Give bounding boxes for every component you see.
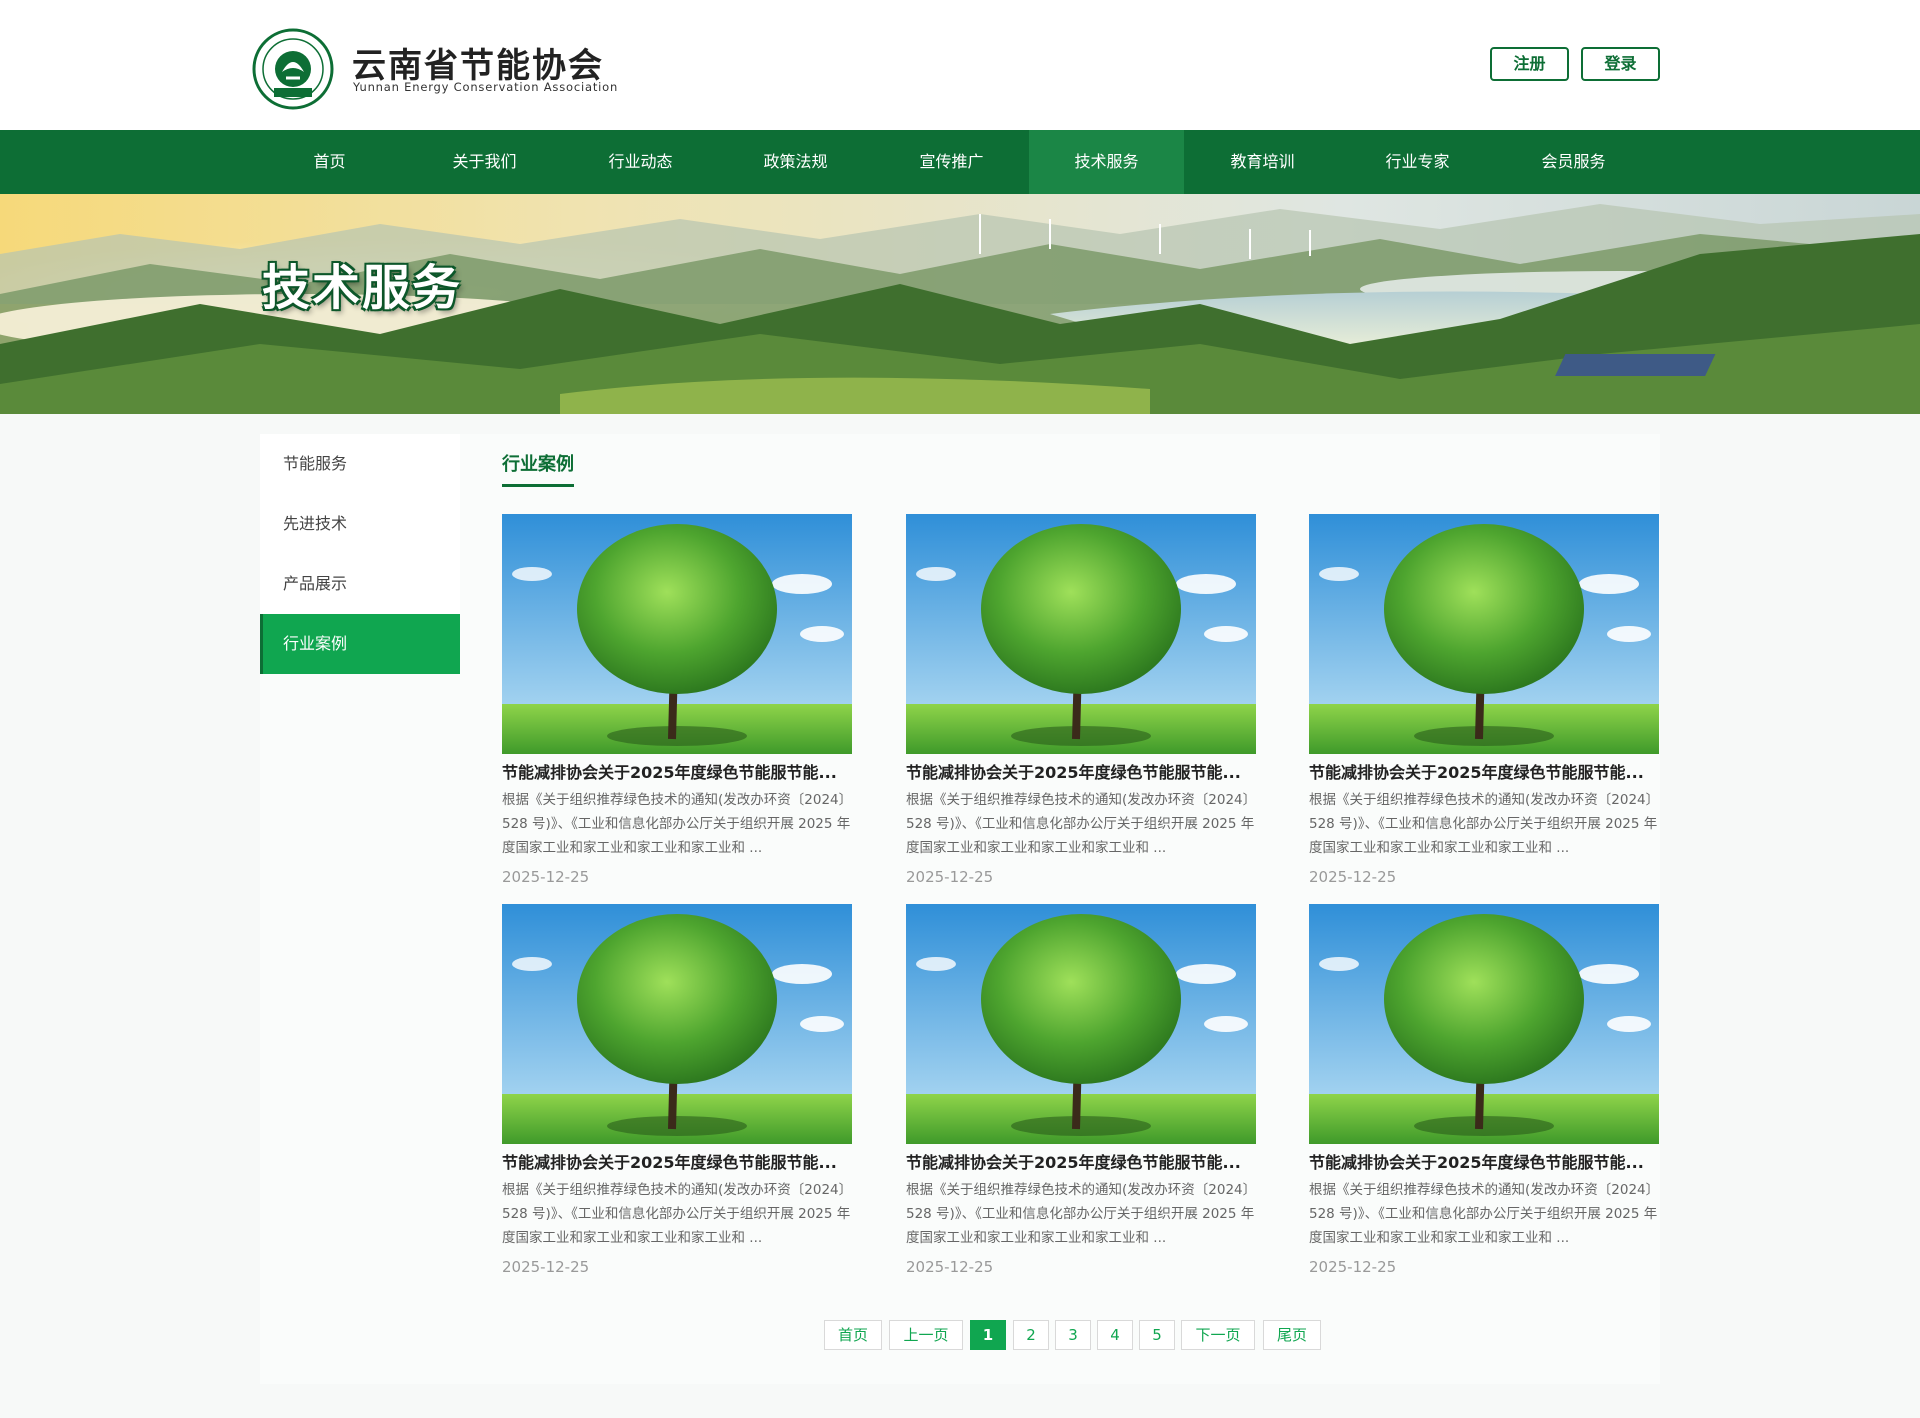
case-card[interactable]: 节能减排协会关于2025年度绿色节能服节能... 根据《关于组织推荐绿色技术的通… [502,904,852,1276]
pagination-page[interactable]: 5 [1139,1320,1175,1350]
register-button[interactable]: 注册 [1490,47,1569,81]
case-date: 2025-12-25 [906,1258,994,1276]
site-header: 云南省节能协会 Yunnan Energy Conservation Assoc… [0,0,1920,130]
case-description: 根据《关于组织推荐绿色技术的通知(发改办环资〔2024〕528 号)》、《工业和… [1309,1182,1658,1246]
pagination-next[interactable]: 下一页 [1181,1320,1255,1350]
case-card[interactable]: 节能减排协会关于2025年度绿色节能服节能... 根据《关于组织推荐绿色技术的通… [906,904,1256,1276]
case-description: 根据《关于组织推荐绿色技术的通知(发改办环资〔2024〕528 号)》、《工业和… [906,792,1255,856]
pagination-last[interactable]: 尾页 [1263,1320,1321,1350]
pagination-first[interactable]: 首页 [824,1320,882,1350]
case-description: 根据《关于组织推荐绿色技术的通知(发改办环资〔2024〕528 号)》、《工业和… [502,792,851,856]
tree-image[interactable] [502,904,852,1144]
case-date: 2025-12-25 [906,868,994,886]
nav-item-members[interactable]: 会员服务 [1496,130,1651,194]
case-date: 2025-12-25 [1309,1258,1397,1276]
case-description: 根据《关于组织推荐绿色技术的通知(发改办环资〔2024〕528 号)》、《工业和… [502,1182,851,1246]
case-date: 2025-12-25 [502,868,590,886]
site-subtitle: Yunnan Energy Conservation Association [353,80,619,94]
case-title[interactable]: 节能减排协会关于2025年度绿色节能服节能... [502,1152,852,1174]
case-description: 根据《关于组织推荐绿色技术的通知(发改办环资〔2024〕528 号)》、《工业和… [906,1182,1255,1246]
nav-item-training[interactable]: 教育培训 [1185,130,1340,194]
banner-title: 技术服务 [262,260,463,316]
tree-image[interactable] [502,514,852,754]
case-card[interactable]: 节能减排协会关于2025年度绿色节能服节能... 根据《关于组织推荐绿色技术的通… [1309,514,1659,886]
case-description: 根据《关于组织推荐绿色技术的通知(发改办环资〔2024〕528 号)》、《工业和… [1309,792,1658,856]
nav-item-about[interactable]: 关于我们 [407,130,562,194]
case-card[interactable]: 节能减排协会关于2025年度绿色节能服节能... 根据《关于组织推荐绿色技术的通… [502,514,852,886]
nav-item-experts[interactable]: 行业专家 [1340,130,1495,194]
tree-image[interactable] [906,904,1256,1144]
case-title[interactable]: 节能减排协会关于2025年度绿色节能服节能... [1309,762,1659,784]
sidebar-item-energy-service[interactable]: 节能服务 [260,434,460,494]
page-banner: 技术服务 [0,194,1920,414]
pagination-page[interactable]: 4 [1097,1320,1133,1350]
pagination-prev[interactable]: 上一页 [889,1320,963,1350]
nav-item-news[interactable]: 行业动态 [563,130,718,194]
tree-image[interactable] [906,514,1256,754]
case-title[interactable]: 节能减排协会关于2025年度绿色节能服节能... [502,762,852,784]
sidebar-item-advanced-tech[interactable]: 先进技术 [260,494,460,554]
tree-image[interactable] [1309,904,1659,1144]
pagination-page-current[interactable]: 1 [970,1320,1006,1350]
pagination-page[interactable]: 2 [1013,1320,1049,1350]
sidebar: 节能服务 先进技术 产品展示 行业案例 [260,434,460,674]
nav-item-home[interactable]: 首页 [252,130,407,194]
pagination-page[interactable]: 3 [1055,1320,1091,1350]
tree-image[interactable] [1309,514,1659,754]
nav-item-policy[interactable]: 政策法规 [718,130,873,194]
section-title: 行业案例 [502,450,574,487]
association-logo-icon[interactable] [252,28,334,110]
sidebar-item-cases[interactable]: 行业案例 [260,614,460,674]
case-title[interactable]: 节能减排协会关于2025年度绿色节能服节能... [906,1152,1256,1174]
case-date: 2025-12-25 [502,1258,590,1276]
sidebar-item-products[interactable]: 产品展示 [260,554,460,614]
main-nav: 首页 关于我们 行业动态 政策法规 宣传推广 技术服务 教育培训 行业专家 会员… [0,130,1920,194]
nav-item-promotion[interactable]: 宣传推广 [874,130,1029,194]
case-date: 2025-12-25 [1309,868,1397,886]
case-card[interactable]: 节能减排协会关于2025年度绿色节能服节能... 根据《关于组织推荐绿色技术的通… [906,514,1256,886]
case-title[interactable]: 节能减排协会关于2025年度绿色节能服节能... [906,762,1256,784]
login-button[interactable]: 登录 [1581,47,1660,81]
case-title[interactable]: 节能减排协会关于2025年度绿色节能服节能... [1309,1152,1659,1174]
case-card[interactable]: 节能减排协会关于2025年度绿色节能服节能... 根据《关于组织推荐绿色技术的通… [1309,904,1659,1276]
nav-item-tech-service[interactable]: 技术服务 [1029,130,1184,194]
